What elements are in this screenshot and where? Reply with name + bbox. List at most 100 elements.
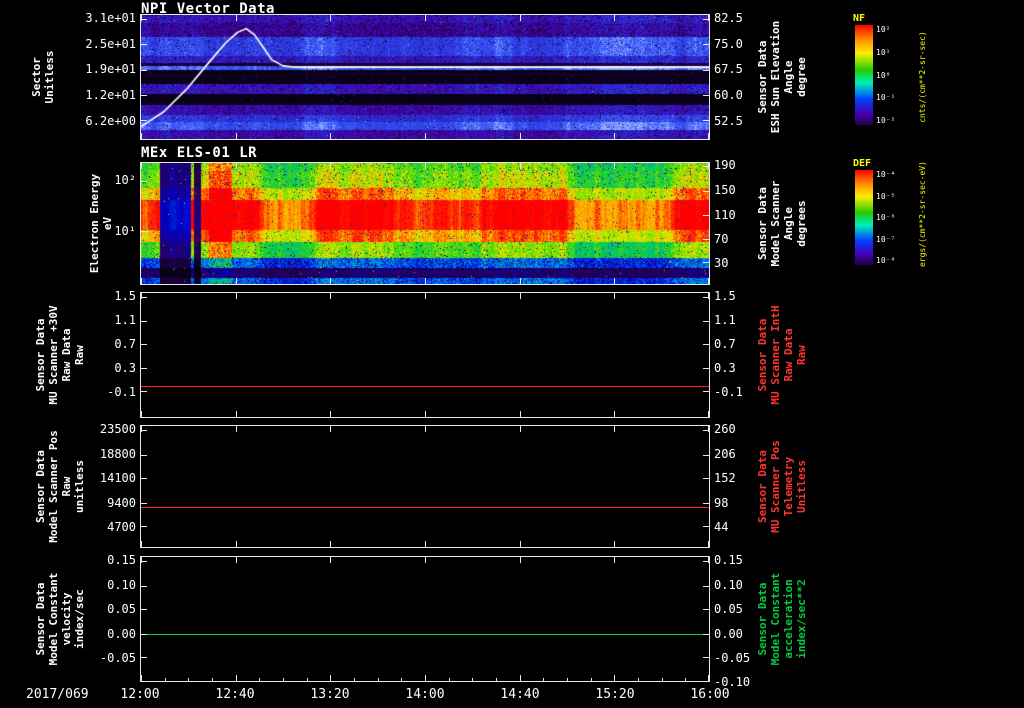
x-axis-tick <box>236 411 237 417</box>
y-axis-tick-right <box>703 297 709 298</box>
x-axis-minor-tick <box>638 678 639 681</box>
y-tick-label-left: 0.7 <box>114 337 136 351</box>
y-tick-label-left: 23500 <box>99 422 136 436</box>
colorbar-ticks-def: 10⁻⁴ 10⁻⁵ 10⁻⁶ 10⁻⁷ 10⁻⁸ <box>876 170 912 265</box>
x-axis-tick <box>141 133 142 139</box>
y-axis-tick-left <box>141 586 147 587</box>
y-axis-tick-left <box>141 120 147 121</box>
x-axis-tick <box>425 675 426 681</box>
x-axis-tick <box>520 133 521 139</box>
y-tick-label-left: 2.5e+01 <box>85 37 136 51</box>
plot-panel-3 <box>140 292 710 418</box>
x-axis-tick <box>614 426 615 432</box>
x-axis-tick <box>520 675 521 681</box>
x-axis-tick <box>614 293 615 299</box>
y-tick-label-left: 0.10 <box>107 578 136 592</box>
y-tick-label-left: 1.1 <box>114 313 136 327</box>
x-axis-tick <box>330 15 331 21</box>
y-axis-tick-left <box>141 391 147 392</box>
x-axis-tick <box>614 133 615 139</box>
y-axis-tick-right <box>703 321 709 322</box>
x-axis-tick <box>330 411 331 417</box>
y-axis-tick-left <box>141 231 147 232</box>
y-tick-label-left: 14100 <box>99 471 136 485</box>
y-axis-tick-left <box>141 44 147 45</box>
right-axis-label: degree <box>795 57 808 97</box>
y-axis-tick-right <box>703 166 709 167</box>
x-axis-tick <box>141 278 142 284</box>
y-tick-label-left: 1.2e+01 <box>85 88 136 102</box>
x-axis-tick <box>708 557 709 563</box>
x-axis-tick <box>708 426 709 432</box>
right-axis-label: ESH Sun Elevation <box>769 20 782 134</box>
x-axis-minor-tick <box>165 678 166 681</box>
y-axis-tick-left <box>141 503 147 504</box>
y-axis-label: MU Scanner +30V <box>47 305 60 405</box>
x-axis-tick <box>141 557 142 563</box>
y-tick-label-right: -0.05 <box>714 651 751 665</box>
x-axis-tick <box>708 278 709 284</box>
y-tick-label-right: 70 <box>714 232 729 246</box>
y-axis-tick-right <box>703 526 709 527</box>
x-axis-tick <box>141 163 142 169</box>
y-axis-tick-right <box>703 44 709 45</box>
y-tick-label-right: 0.10 <box>714 578 743 592</box>
date-label: 2017/069 <box>26 687 89 702</box>
x-axis-tick <box>141 675 142 681</box>
colorbar-nf <box>855 25 873 125</box>
y-tick-label-right: 60.0 <box>714 88 743 102</box>
right-axis-label: Angle <box>782 206 795 241</box>
y-tick-label-right: 0.15 <box>714 553 743 567</box>
y-axis-tick-right <box>703 681 709 682</box>
y-axis-tick-right <box>703 262 709 263</box>
y-axis-tick-right <box>703 503 709 504</box>
colorbar-ticks-nf: 10² 10¹ 10⁰ 10⁻¹ 10⁻² <box>876 25 912 125</box>
x-axis-minor-tick <box>543 678 544 681</box>
x-axis-tick <box>425 541 426 547</box>
y-tick-label-right: 67.5 <box>714 62 743 76</box>
y-tick-label-right: 30 <box>714 256 729 270</box>
y-axis-label: unitless <box>73 460 86 513</box>
x-axis-tick <box>330 426 331 432</box>
x-axis-tick <box>236 133 237 139</box>
y-tick-label-right: 0.05 <box>714 602 743 616</box>
right-axis-label: Sensor Data <box>756 40 769 114</box>
y-axis-label: Raw <box>73 345 86 365</box>
x-axis-tick <box>330 293 331 299</box>
y-tick-label-right: -0.1 <box>714 385 743 399</box>
y-tick-label-right: 1.1 <box>714 313 736 327</box>
right-axis-label: Sensor Data <box>756 582 769 656</box>
right-axis-label: Raw Data <box>782 328 795 382</box>
x-axis-tick <box>520 557 521 563</box>
x-axis-tick <box>520 411 521 417</box>
right-axis-label: degrees <box>795 200 808 247</box>
y-axis-tick-right <box>703 561 709 562</box>
right-axis-label: Model Scanner <box>769 180 782 267</box>
y-tick-label-right: 150 <box>714 183 736 197</box>
colorbar-tick-label: 10⁻⁵ <box>876 192 896 201</box>
x-axis-minor-tick <box>591 678 592 681</box>
y-axis-tick-left <box>141 297 147 298</box>
y-tick-label-right: 152 <box>714 471 736 485</box>
x-axis-tick <box>425 163 426 169</box>
y-axis-label: Sensor Data <box>34 318 47 392</box>
colorbar-tick-label: 10⁻⁴ <box>876 170 896 179</box>
colorbar-tick-label: 10² <box>876 25 891 34</box>
x-axis-tick <box>520 15 521 21</box>
x-axis-minor-tick <box>354 678 355 681</box>
plot-panel-2 <box>140 162 710 285</box>
y-tick-label-left: 0.05 <box>107 602 136 616</box>
y-tick-label-left: -0.1 <box>107 385 136 399</box>
y-axis-tick-right <box>703 120 709 121</box>
y-tick-label-right: 260 <box>714 422 736 436</box>
y-tick-label-right: 44 <box>714 520 729 534</box>
x-axis-tick <box>330 675 331 681</box>
y-axis-tick-left <box>141 321 147 322</box>
y-axis-tick-right <box>703 430 709 431</box>
y-tick-label-left: 6.2e+00 <box>85 114 136 128</box>
colorbar-tick-label: 10⁰ <box>876 71 891 80</box>
y-tick-label-right: 190 <box>714 158 736 172</box>
y-axis-tick-left <box>141 478 147 479</box>
y-tick-label-left: 3.1e+01 <box>85 11 136 25</box>
x-axis-tick <box>425 293 426 299</box>
